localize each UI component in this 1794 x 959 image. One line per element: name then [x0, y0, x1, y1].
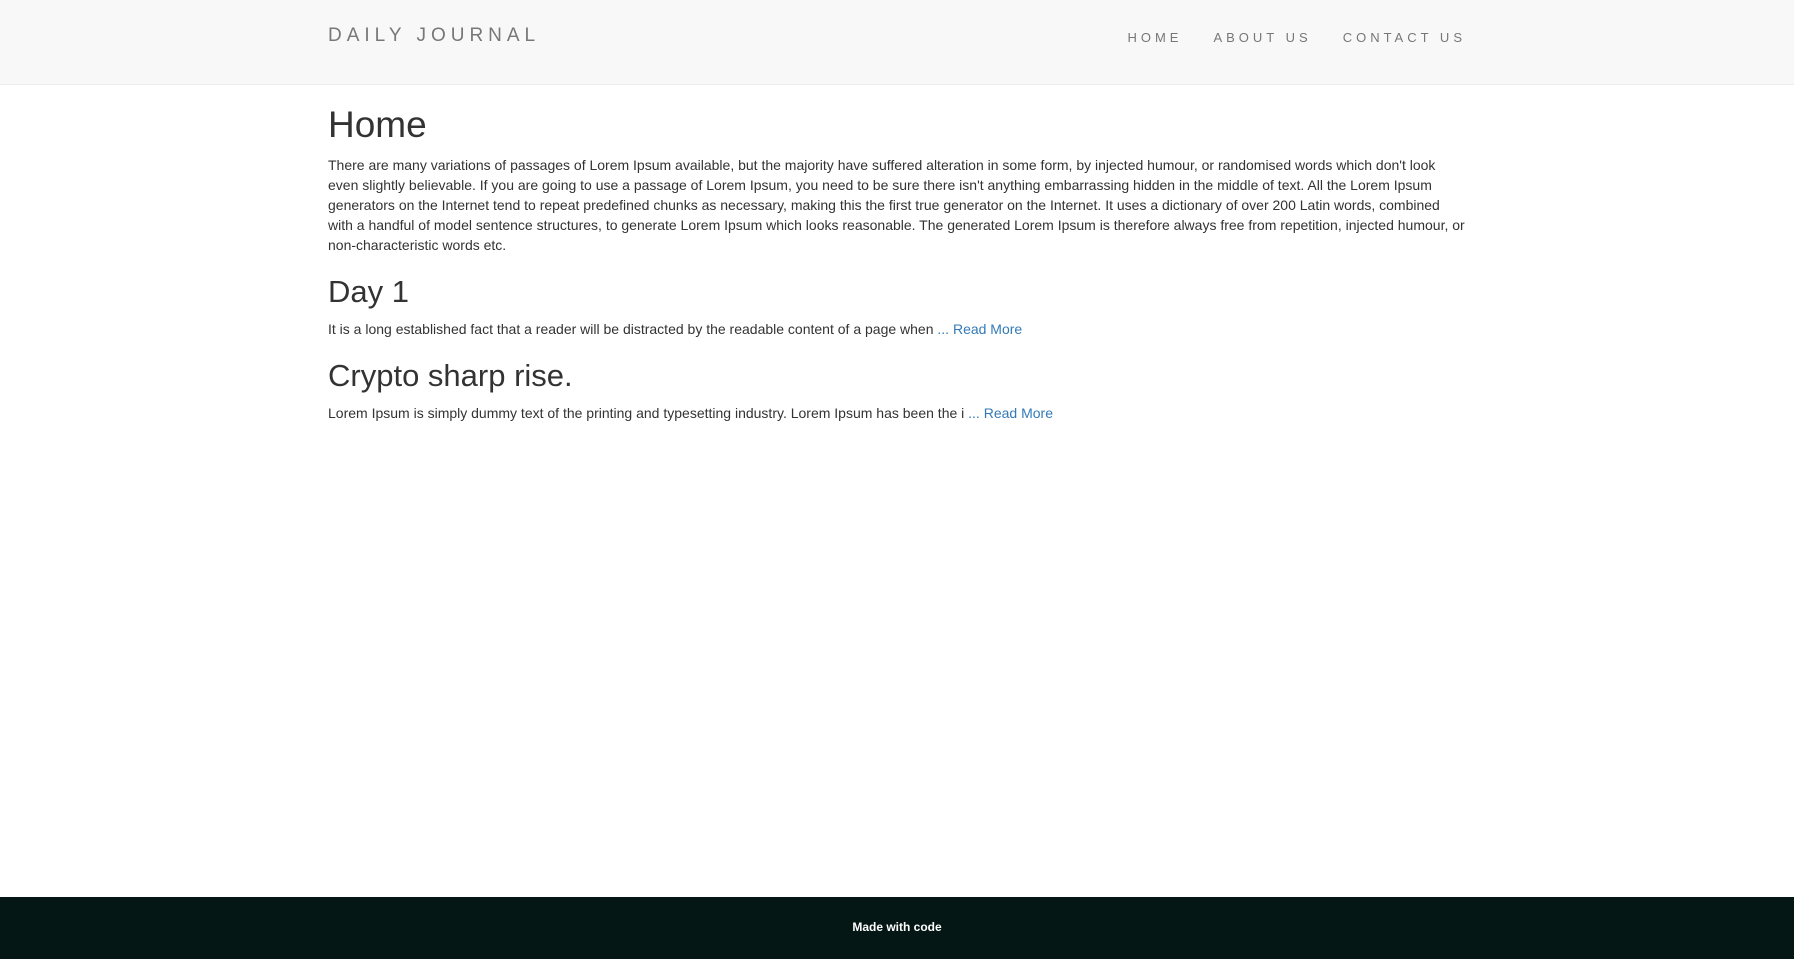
- read-more-link[interactable]: Read More: [953, 321, 1022, 337]
- navbar: DAILY JOURNAL HOME ABOUT US CONTACT US: [0, 0, 1794, 85]
- nav-link-contact-us[interactable]: CONTACT US: [1343, 30, 1466, 45]
- navbar-container: DAILY JOURNAL HOME ABOUT US CONTACT US: [328, 0, 1466, 72]
- post-excerpt: It is a long established fact that a rea…: [328, 321, 938, 337]
- page-title: Home: [328, 104, 427, 145]
- post-title: Crypto sharp rise.: [328, 358, 573, 393]
- nav-item-about: ABOUT US: [1213, 29, 1311, 47]
- post-ellipsis: ...: [937, 321, 950, 337]
- nav-item-contact: CONTACT US: [1343, 29, 1466, 47]
- nav-item-home: HOME: [1127, 29, 1182, 47]
- main-content: Home There are many variations of passag…: [328, 102, 1468, 423]
- footer-text: Made with code: [852, 920, 942, 934]
- post-title: Day 1: [328, 274, 409, 309]
- post-excerpt-paragraph: Lorem Ipsum is simply dummy text of the …: [328, 403, 1468, 423]
- brand-link[interactable]: DAILY JOURNAL: [328, 25, 540, 47]
- nav-links: HOME ABOUT US CONTACT US: [1127, 29, 1466, 47]
- read-more-link[interactable]: Read More: [984, 405, 1053, 421]
- post-excerpt-paragraph: It is a long established fact that a rea…: [328, 319, 1468, 339]
- post-crypto-sharp-rise: Crypto sharp rise. Lorem Ipsum is simply…: [328, 357, 1468, 423]
- post-day-1: Day 1 It is a long established fact that…: [328, 273, 1468, 339]
- post-ellipsis: ...: [968, 405, 980, 421]
- nav-link-about-us[interactable]: ABOUT US: [1213, 30, 1311, 45]
- footer: Made with code: [0, 897, 1794, 959]
- post-excerpt: Lorem Ipsum is simply dummy text of the …: [328, 405, 969, 421]
- nav-link-home[interactable]: HOME: [1127, 30, 1182, 45]
- intro-paragraph: There are many variations of passages of…: [328, 157, 1465, 253]
- page: DAILY JOURNAL HOME ABOUT US CONTACT US H…: [0, 0, 1794, 959]
